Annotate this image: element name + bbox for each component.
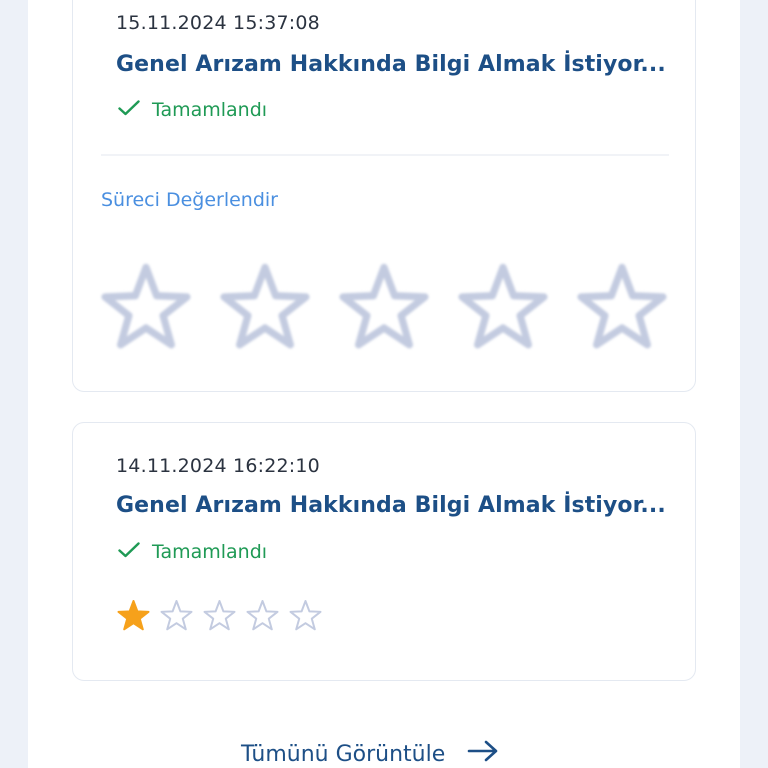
request-subject: Genel Arızam Hakkında Bilgi Almak İstiyo… [116,493,666,518]
divider [101,154,669,156]
star-icon [160,599,193,632]
rating-display [117,599,322,632]
status-badge: Tamamlandı [118,539,267,565]
request-subject: Genel Arızam Hakkında Bilgi Almak İstiyo… [116,52,666,77]
star-icon[interactable] [220,262,310,352]
rate-process-link[interactable]: Süreci Değerlendir [101,189,278,211]
request-card[interactable]: 14.11.2024 16:22:10 Genel Arızam Hakkınd… [72,422,696,681]
view-all-label: Tümünü Görüntüle [241,741,446,767]
status-label: Tamamlandı [152,99,268,121]
request-card[interactable]: 15.11.2024 15:37:08 Genel Arızam Hakkınd… [72,0,696,392]
star-icon [117,599,150,632]
star-icon [246,599,279,632]
view-all-link[interactable]: Tümünü Görüntüle [241,740,499,768]
star-icon [203,599,236,632]
status-label: Tamamlandı [152,541,268,563]
star-icon[interactable] [577,262,667,352]
star-icon[interactable] [101,262,191,352]
star-icon [289,599,322,632]
request-timestamp: 15.11.2024 15:37:08 [116,12,320,34]
arrow-right-icon [467,740,499,768]
star-icon[interactable] [458,262,548,352]
check-icon [118,99,152,121]
star-icon[interactable] [339,262,429,352]
check-icon [118,541,152,563]
status-badge: Tamamlandı [118,97,267,123]
request-timestamp: 14.11.2024 16:22:10 [116,455,320,477]
rating-input[interactable] [101,262,667,352]
